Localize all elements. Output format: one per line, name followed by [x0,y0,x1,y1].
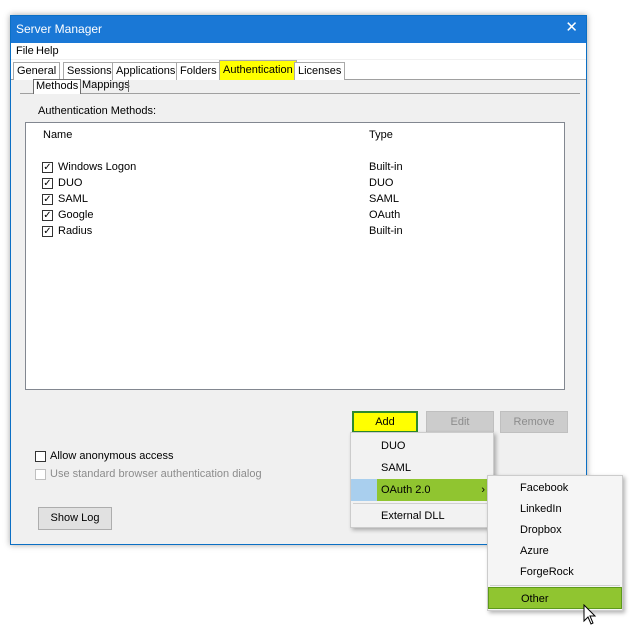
method-name: Radius [58,225,93,237]
auth-methods-list[interactable]: Name Type ✓ Windows Logon Built-in ✓ DUO… [25,122,565,390]
method-name: SAML [58,193,88,205]
tab-licenses[interactable]: Licenses [294,62,346,80]
close-icon[interactable]: ✕ [565,20,578,36]
list-item[interactable]: ✓ DUO DUO [30,176,560,192]
tab-general[interactable]: General [13,62,61,80]
menu-separator [353,503,491,504]
submenu-item-facebook[interactable]: Facebook [488,477,622,499]
oauth-submenu: Facebook LinkedIn Dropbox Azure ForgeRoc… [487,475,623,611]
menu-item-external-dll[interactable]: External DLL [351,505,493,527]
tab-folders[interactable]: Folders [176,62,221,80]
tab-separator [128,80,129,92]
column-header-name[interactable]: Name [43,129,72,141]
menu-item-oauth[interactable]: OAuth 2.0 › [351,479,493,501]
menu-item-duo[interactable]: DUO [351,435,493,457]
inner-tabs: Methods Mappings [20,79,580,94]
allow-anonymous-label: Allow anonymous access [50,450,174,462]
remove-button[interactable]: Remove [500,411,568,433]
submenu-arrow-icon: › [481,484,485,496]
method-name: Google [58,209,94,221]
window-title: Server Manager [16,22,103,36]
list-item[interactable]: ✓ SAML SAML [30,192,560,208]
add-button[interactable]: Add [352,411,418,433]
tab-authentication[interactable]: Authentication [219,60,297,80]
submenu-separator [490,585,620,586]
menu-file[interactable]: File [16,45,34,57]
tab-mappings[interactable]: Mappings [80,79,132,93]
method-checkbox[interactable]: ✓ [42,194,53,205]
menu-item-oauth-label: OAuth 2.0 [381,484,431,496]
method-type: SAML [369,193,399,205]
edit-button[interactable]: Edit [426,411,494,433]
browser-dialog-label: Use standard browser authentication dial… [50,468,262,480]
method-checkbox[interactable]: ✓ [42,178,53,189]
method-name: Windows Logon [58,161,137,173]
mouse-cursor-icon [583,604,597,625]
list-item[interactable]: ✓ Radius Built-in [30,224,560,240]
allow-anonymous-checkbox[interactable] [35,451,46,462]
method-checkbox[interactable]: ✓ [42,162,53,173]
method-type: DUO [369,177,394,189]
title-bar[interactable]: Server Manager ✕ [11,16,586,43]
submenu-item-other[interactable]: Other [488,587,622,609]
method-checkbox[interactable]: ✓ [42,226,53,237]
tab-sessions[interactable]: Sessions [63,62,116,80]
tab-methods[interactable]: Methods [33,79,82,94]
method-name: DUO [58,177,83,189]
browser-dialog-checkbox[interactable] [35,469,46,480]
submenu-item-azure[interactable]: Azure [488,540,622,562]
menu-help[interactable]: Help [36,45,59,57]
method-type: OAuth [369,209,401,221]
method-type: Built-in [369,161,403,173]
method-checkbox[interactable]: ✓ [42,210,53,221]
submenu-item-linkedin[interactable]: LinkedIn [488,498,622,520]
column-header-type[interactable]: Type [369,129,393,141]
tab-applications[interactable]: Applications [112,62,180,80]
submenu-item-forgerock[interactable]: ForgeRock [488,561,622,583]
list-item[interactable]: ✓ Windows Logon Built-in [30,160,560,176]
add-dropdown-menu: DUO SAML OAuth 2.0 › External DLL [350,432,494,528]
method-type: Built-in [369,225,403,237]
show-log-button[interactable]: Show Log [38,507,112,530]
submenu-item-dropbox[interactable]: Dropbox [488,519,622,541]
menu-item-saml[interactable]: SAML [351,457,493,479]
auth-methods-label: Authentication Methods: [38,105,157,117]
main-tabs: General Sessions Applications Folders Au… [11,60,586,80]
menu-item-icon-area [351,479,377,501]
menu-bar: File Help [11,43,586,59]
list-item[interactable]: ✓ Google OAuth [30,208,560,224]
